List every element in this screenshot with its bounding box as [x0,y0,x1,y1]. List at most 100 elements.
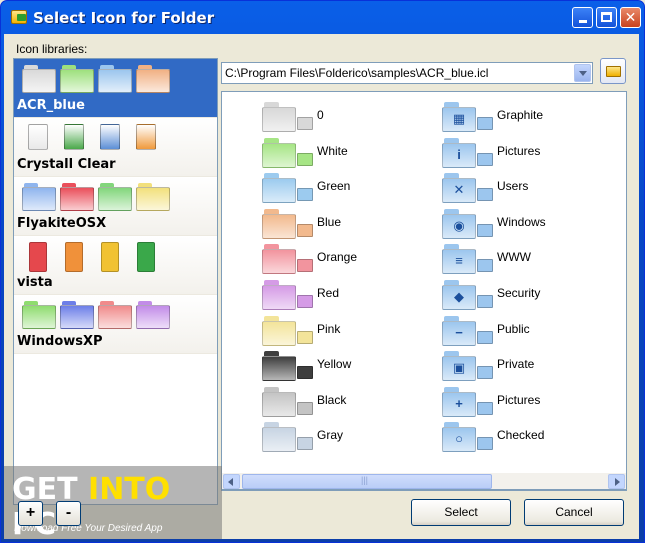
icon-label: Security [497,286,541,300]
icon-item[interactable]: Green [262,169,432,204]
folder-icon [60,183,94,211]
icon-label: Graphite [497,108,544,122]
select-button[interactable]: Select [411,499,511,526]
icon-item[interactable]: ▦ Graphite [442,98,612,132]
libraries-list[interactable]: ACR_blue Crystall Clear FlyakiteOSX vista Wi… [13,58,218,505]
folder-icon [65,242,83,272]
icon-label: Users [497,179,529,194]
folder-icon [262,244,296,275]
icon-item[interactable]: ≡ WWW [442,240,612,275]
overlay-glyph-icon: ◆ [454,289,464,304]
window-title: Select Icon for Folder [33,9,215,27]
icon-item[interactable]: Blue [262,205,432,239]
minimize-button[interactable] [572,7,593,28]
folder-icon [98,301,132,329]
icon-label: WWW [497,250,531,265]
icon-label: Checked [497,428,545,443]
folder-icon [22,65,56,93]
overlay-glyph-icon: i [457,146,461,162]
folder-icon: ◉ [442,208,476,239]
icon-item[interactable]: ▣ Private [442,347,612,382]
icon-item[interactable]: Yellow [262,347,432,382]
icon-item[interactable]: White [262,134,432,168]
folder-icon: ○ [442,422,476,453]
cancel-button[interactable]: Cancel [524,499,624,526]
small-folder-icon [477,188,493,202]
add-library-button[interactable]: + [18,501,43,526]
small-folder-icon [297,223,313,237]
small-folder-icon [477,152,493,166]
folder-icon [262,422,296,453]
small-folder-icon [477,223,493,237]
overlay-glyph-icon: + [455,395,463,411]
chevron-down-icon[interactable] [574,64,591,82]
small-folder-icon [297,295,313,308]
browse-folder-button[interactable] [600,58,626,84]
icon-item[interactable]: + Pictures [442,383,612,417]
small-folder-icon [297,188,313,202]
document-icon [136,124,156,150]
icon-item[interactable]: Black [262,383,432,417]
icon-item[interactable]: ✕ Users [442,169,612,204]
icon-item[interactable]: − Public [442,312,612,346]
icon-item[interactable]: 0 [262,98,432,132]
scroll-left-icon[interactable] [223,474,240,489]
icon-label: Red [317,286,340,300]
library-preview [22,183,170,211]
horizontal-scrollbar[interactable] [221,473,627,490]
overlay-glyph-icon: ○ [455,431,463,447]
folder-icon [262,351,296,382]
library-name: ACR_blue [17,98,85,113]
library-item[interactable]: WindowsXP [14,295,217,354]
icon-item[interactable]: Pink [262,312,432,346]
maximize-button[interactable] [596,7,617,28]
icon-item[interactable]: ○ Checked [442,418,612,453]
maximize-icon [601,12,612,22]
overlay-glyph-icon: ◉ [453,217,465,233]
small-folder-icon [297,401,313,415]
document-icon [28,124,48,150]
open-folder-icon [606,66,621,77]
folder-icon [60,301,94,329]
icon-label: Pictures [497,143,541,158]
library-name: WindowsXP [17,334,103,349]
title-bar[interactable]: Select Icon for Folder ✕ [5,1,641,35]
folder-icon: + [442,386,476,417]
library-preview [22,65,170,93]
icon-label: White [317,143,348,158]
small-folder-icon [297,330,313,344]
small-folder-icon [477,401,493,415]
scroll-right-icon[interactable] [608,474,625,489]
library-item[interactable]: FlyakiteOSX [14,177,217,236]
minimize-icon [579,20,587,23]
library-item[interactable]: ACR_blue [14,59,217,118]
icon-label: Pictures [497,392,541,407]
icon-label: Green [317,179,351,194]
library-name: FlyakiteOSX [17,216,107,231]
icon-item[interactable]: Gray [262,418,432,453]
path-value: C:\Program Files\Folderico\samples\ACR_b… [225,66,489,80]
document-icon [64,124,84,150]
icon-item[interactable]: Red [262,276,432,310]
icon-item[interactable]: ◆ Security [442,276,612,310]
folder-icon [22,301,56,329]
icons-grid[interactable]: 0 White Green Blue Orange Red Pink Yellow Black G… [221,91,627,491]
icon-item[interactable]: i Pictures [442,134,612,168]
library-preview [22,124,162,150]
library-preview [22,242,162,272]
remove-library-button[interactable]: - [56,501,81,526]
scroll-thumb[interactable] [242,474,492,489]
library-item[interactable]: Crystall Clear [14,118,217,177]
folder-icon [98,183,132,211]
library-name: Crystall Clear [17,157,116,172]
library-item[interactable]: vista [14,236,217,295]
icon-item[interactable]: ◉ Windows [442,205,612,239]
path-combobox[interactable]: C:\Program Files\Folderico\samples\ACR_b… [221,62,593,84]
library-preview [22,301,170,329]
icon-label: Public [497,321,530,336]
folder-icon [262,173,296,204]
icon-item[interactable]: Orange [262,240,432,275]
close-button[interactable]: ✕ [620,7,641,28]
small-folder-icon [477,117,493,130]
folder-icon [136,301,170,329]
